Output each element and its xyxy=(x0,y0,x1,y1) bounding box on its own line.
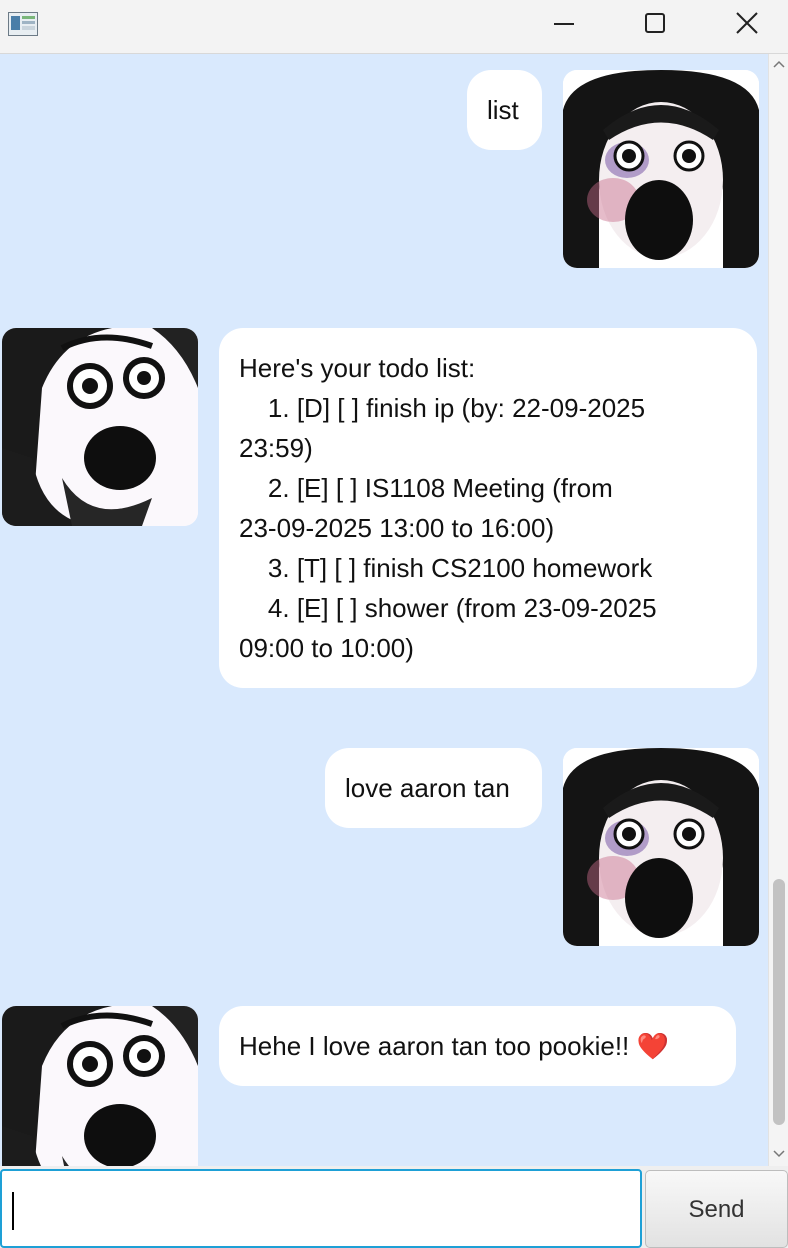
bot-message-bubble: Here's your todo list: 1. [D] [ ] finish… xyxy=(219,328,757,688)
bot-avatar-image xyxy=(2,1006,198,1166)
scrollbar-thumb[interactable] xyxy=(773,879,785,1125)
user-avatar xyxy=(563,748,759,946)
scroll-down-icon[interactable] xyxy=(772,1146,786,1160)
app-window: list Here's your todo list: 1. [D] [] f… xyxy=(0,0,788,1248)
close-button[interactable] xyxy=(724,0,770,46)
bot-avatar-image xyxy=(2,328,198,526)
bot-message-bubble: Hehe I love aaron tan too pookie!! ❤️ xyxy=(219,1006,736,1086)
send-button[interactable]: Send xyxy=(645,1170,788,1248)
vertical-scrollbar[interactable] xyxy=(768,54,788,1166)
dialog-container[interactable]: list Here's your todo list: 1. [D] [] f… xyxy=(0,54,768,1166)
user-message-bubble: love aaron tan xyxy=(325,748,542,828)
scroll-up-icon[interactable] xyxy=(772,58,786,72)
minimize-button[interactable] xyxy=(541,0,587,46)
message-input[interactable] xyxy=(0,1169,642,1248)
user-avatar-image xyxy=(563,70,759,268)
close-icon xyxy=(736,12,758,34)
user-avatar-image xyxy=(563,748,759,946)
user-avatar xyxy=(563,70,759,268)
maximize-button[interactable] xyxy=(632,0,678,46)
bot-avatar xyxy=(2,328,198,526)
title-bar[interactable] xyxy=(0,0,788,54)
text-cursor xyxy=(12,1192,14,1230)
bot-avatar xyxy=(2,1006,198,1166)
maximize-icon xyxy=(645,13,665,33)
app-icon xyxy=(8,12,38,36)
minimize-icon xyxy=(554,23,574,25)
user-message-bubble: list xyxy=(467,70,542,150)
